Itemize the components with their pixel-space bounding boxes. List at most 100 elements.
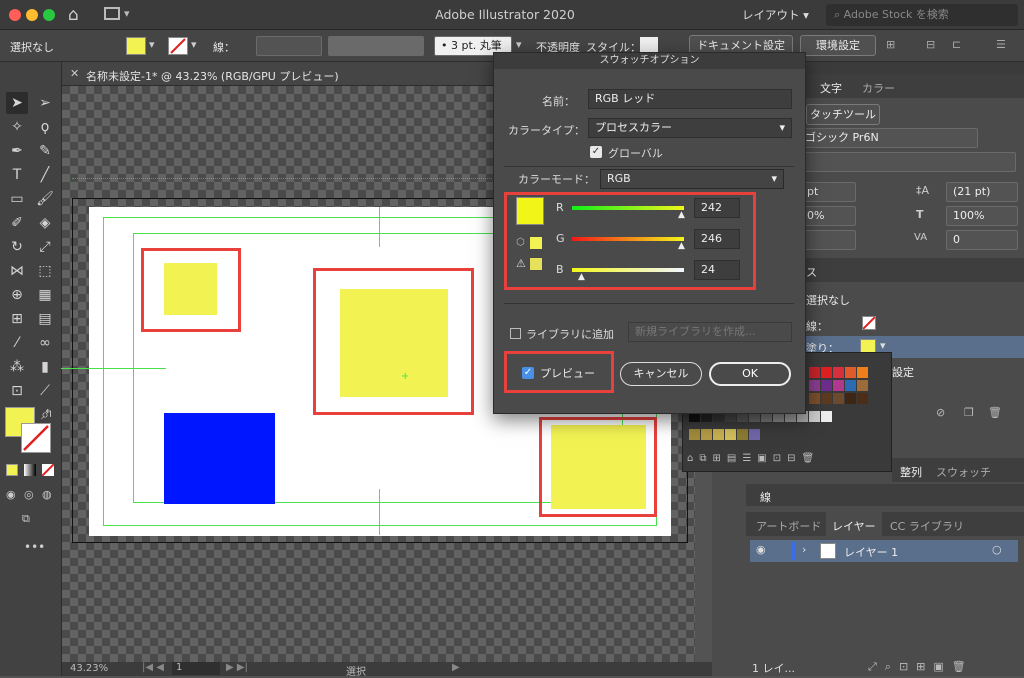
- perspective-grid-tool-icon[interactable]: ▦: [34, 284, 56, 306]
- layer-tools-icons[interactable]: ⤢⌕⊡⊞▣🗑: [868, 660, 974, 674]
- stroke-panel-title[interactable]: 線: [760, 489, 771, 505]
- blue-rectangle[interactable]: [164, 413, 275, 504]
- layer-row[interactable]: ◉ › レイヤー 1 ○: [750, 540, 1018, 562]
- g-slider-track[interactable]: [572, 237, 684, 241]
- gradient-tool-icon[interactable]: ▤: [34, 308, 56, 330]
- stroke-swatch[interactable]: [168, 37, 188, 55]
- out-of-web-gamut-icon[interactable]: ⬡: [516, 237, 525, 248]
- rotate-tool-icon[interactable]: ↻: [6, 236, 28, 258]
- grayscale-swatches[interactable]: [689, 411, 839, 445]
- tab-character[interactable]: 文字: [820, 80, 842, 96]
- gradient-mode-icon[interactable]: [24, 464, 36, 476]
- screen-mode-icon[interactable]: ⧉: [22, 512, 30, 526]
- curvature-tool-icon[interactable]: ✎: [34, 140, 56, 162]
- close-tab-icon[interactable]: ✕: [70, 67, 79, 80]
- direct-selection-tool-icon[interactable]: ➢: [34, 92, 56, 114]
- appearance-stroke[interactable]: 線：: [806, 318, 828, 334]
- magic-wand-tool-icon[interactable]: ✧: [6, 116, 28, 138]
- eyedropper-tool-icon[interactable]: ⁄: [6, 332, 28, 354]
- b-value-field[interactable]: 24: [694, 260, 740, 280]
- chevron-down-icon[interactable]: ▾: [149, 38, 155, 51]
- layer-target-icon[interactable]: ○: [992, 543, 1002, 556]
- artboard-tool-icon[interactable]: ⊡: [6, 380, 28, 402]
- transform-icon[interactable]: ⊏: [952, 38, 961, 51]
- status-arrow-icon[interactable]: ▶: [452, 662, 460, 673]
- type-tool-icon[interactable]: T: [6, 164, 28, 186]
- zoom-level[interactable]: 43.23%: [70, 663, 108, 674]
- home-icon[interactable]: ⌂: [68, 5, 79, 25]
- next-artboard-icon[interactable]: ▶ ▶|: [226, 662, 248, 673]
- preview-checkbox[interactable]: ✓: [522, 367, 534, 379]
- arrange-documents-icon[interactable]: [104, 7, 120, 20]
- horizontal-scale-field[interactable]: 100%: [946, 206, 1018, 226]
- web-color-swatch[interactable]: [530, 237, 542, 249]
- symbol-sprayer-tool-icon[interactable]: ⁂: [6, 356, 28, 378]
- stock-search-input[interactable]: ⌕ Adobe Stock を検索: [826, 4, 1018, 26]
- tab-artboards[interactable]: アートボード: [756, 518, 821, 534]
- draw-behind-icon[interactable]: ◎: [24, 488, 34, 501]
- leading-field[interactable]: (21 pt): [946, 182, 1018, 202]
- cancel-button[interactable]: キャンセル: [620, 362, 702, 386]
- tab-color[interactable]: カラー: [862, 80, 895, 96]
- swatch-grid[interactable]: [809, 367, 869, 405]
- shaper-tool-icon[interactable]: ✐: [6, 212, 28, 234]
- expand-arrow-icon[interactable]: ›: [802, 543, 806, 556]
- pen-tool-icon[interactable]: ✒: [6, 140, 28, 162]
- r-slider-track[interactable]: [572, 206, 684, 210]
- swatch-name-field[interactable]: RGB レッド: [588, 89, 792, 109]
- draw-inside-icon[interactable]: ◍: [42, 488, 52, 501]
- g-slider-thumb[interactable]: ▲: [678, 241, 685, 251]
- workspace-switcher[interactable]: レイアウト ▾: [730, 4, 820, 26]
- preferences-button[interactable]: 環境設定: [800, 35, 876, 56]
- rectangle-tool-icon[interactable]: ▭: [6, 188, 28, 210]
- color-type-select[interactable]: プロセスカラー ▾: [588, 118, 792, 138]
- width-tool-icon[interactable]: ⋈: [6, 260, 28, 282]
- slice-tool-icon[interactable]: ⟋: [34, 380, 56, 402]
- align-icon[interactable]: ⊞: [886, 38, 895, 51]
- appearance-tab[interactable]: ス: [806, 264, 817, 280]
- gamut-color-swatch[interactable]: [530, 258, 542, 270]
- chevron-down-icon[interactable]: ▾: [516, 38, 522, 51]
- chevron-down-icon[interactable]: ▾: [880, 339, 886, 352]
- edit-toolbar-icon[interactable]: •••: [24, 540, 45, 554]
- free-transform-tool-icon[interactable]: ⬚: [34, 260, 56, 282]
- font-family-dropdown[interactable]: ゴシック Pr6N: [800, 128, 978, 148]
- layer-name[interactable]: レイヤー 1: [844, 544, 898, 560]
- lasso-tool-icon[interactable]: ϙ: [34, 116, 56, 138]
- document-tab[interactable]: 名称未設定-1* @ 43.23% (RGB/GPU プレビュー): [86, 68, 339, 84]
- first-artboard-icon[interactable]: |◀ ◀: [142, 662, 164, 673]
- graph-tool-icon[interactable]: ▮: [34, 356, 56, 378]
- artboard-number[interactable]: 1: [172, 662, 220, 675]
- out-of-gamut-warning-icon[interactable]: ⚠: [516, 257, 526, 270]
- panel-menu-icon[interactable]: ☰: [996, 38, 1006, 51]
- draw-normal-icon[interactable]: ◉: [6, 488, 16, 501]
- tab-layers[interactable]: レイヤー: [826, 512, 882, 536]
- b-slider-track[interactable]: [572, 268, 684, 272]
- blend-tool-icon[interactable]: ∞: [34, 332, 56, 354]
- vertical-scale-field[interactable]: 0%: [800, 206, 856, 226]
- r-value-field[interactable]: 242: [694, 198, 740, 218]
- appearance-stroke-swatch[interactable]: [862, 316, 876, 330]
- fill-swatch[interactable]: [126, 37, 146, 55]
- variable-width-profile[interactable]: [328, 36, 424, 56]
- stroke-color-box[interactable]: [21, 423, 51, 453]
- g-value-field[interactable]: 246: [694, 229, 740, 249]
- selection-tool-icon[interactable]: ➤: [6, 92, 28, 114]
- visibility-eye-icon[interactable]: ◉: [756, 543, 766, 556]
- font-style-dropdown[interactable]: [800, 152, 1016, 172]
- zoom-window-icon[interactable]: [43, 9, 55, 21]
- global-checkbox[interactable]: ✓: [590, 146, 602, 158]
- chevron-down-icon[interactable]: ▾: [124, 7, 130, 20]
- shape-builder-tool-icon[interactable]: ⊕: [6, 284, 28, 306]
- touch-type-button[interactable]: タッチツール: [806, 104, 880, 125]
- duplicate-icon[interactable]: ❐: [964, 406, 974, 419]
- tab-swatches[interactable]: スウォッチ: [936, 464, 991, 480]
- distribute-icon[interactable]: ⊟: [926, 38, 935, 51]
- minimize-window-icon[interactable]: [26, 9, 38, 21]
- kerning-field[interactable]: [800, 230, 856, 250]
- close-window-icon[interactable]: [9, 9, 21, 21]
- stroke-weight-field[interactable]: [256, 36, 322, 56]
- color-mode-select[interactable]: RGB ▾: [600, 169, 784, 189]
- add-to-library-checkbox[interactable]: [510, 328, 521, 339]
- tab-cc-libraries[interactable]: CC ライブラリ: [890, 518, 964, 534]
